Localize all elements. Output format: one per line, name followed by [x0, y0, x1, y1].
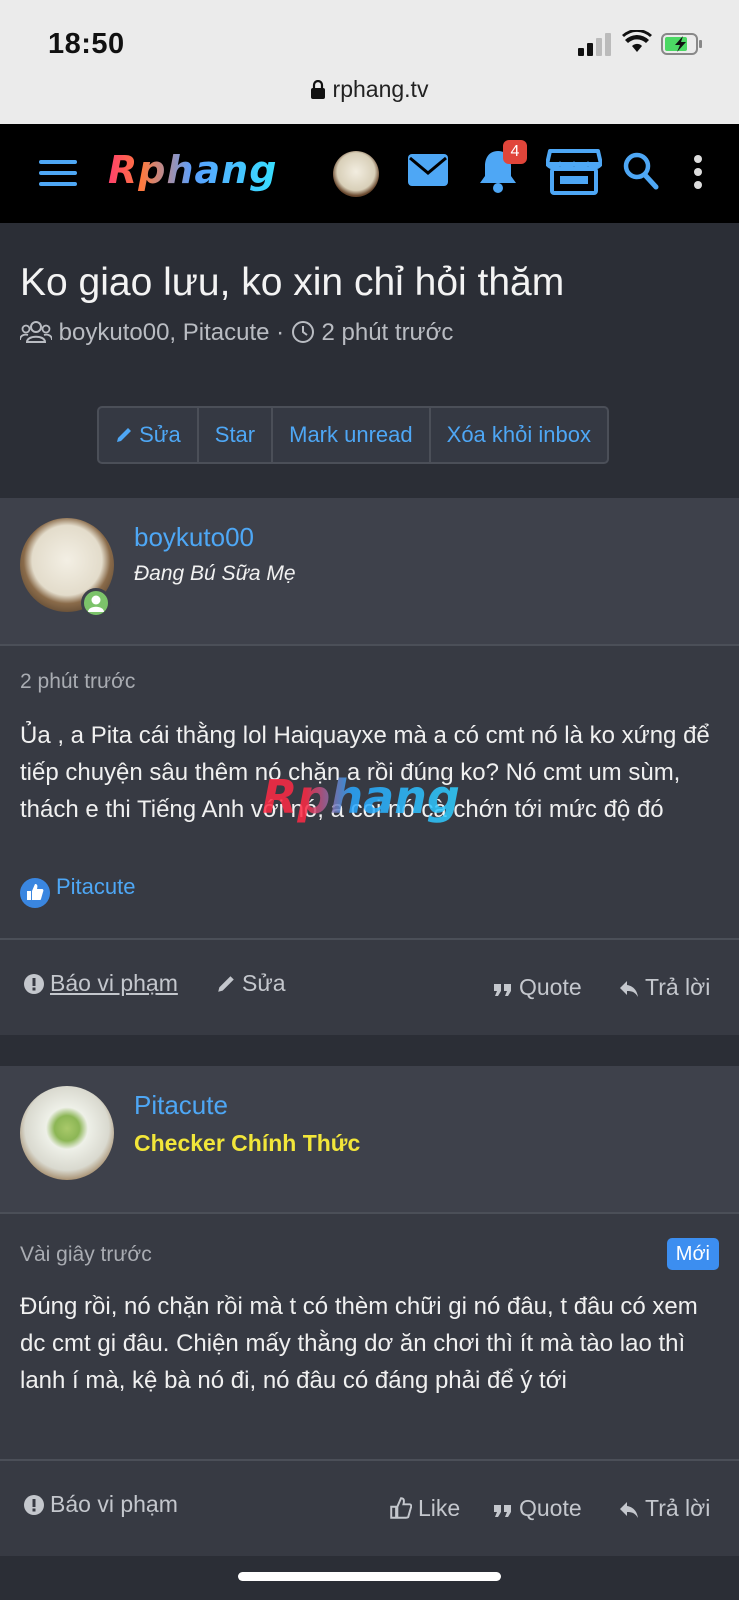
post-author: Pitacute Checker Chính Thức [0, 1066, 739, 1214]
thread-meta: boykuto00, Pitacute · 2 phút trước [19, 319, 454, 347]
quote-icon [494, 1505, 511, 1517]
reply-label: Trả lời [645, 1495, 711, 1521]
site-logo[interactable]: Rphang [108, 148, 277, 192]
user-avatar[interactable] [333, 151, 379, 197]
post-footer: Báo vi phạm Sửa Quote Trả lời [0, 938, 739, 1035]
alert-icon [24, 1495, 44, 1515]
thread-header: Ko giao lưu, ko xin chỉ hỏi thăm boykuto… [0, 223, 739, 498]
like-button[interactable]: Like [390, 1495, 460, 1522]
alert-icon [24, 974, 44, 994]
post-author: boykuto00 Đang Bú Sữa Mẹ [0, 498, 739, 646]
post-time: 2 phút trước [20, 670, 136, 693]
like-label: Like [418, 1495, 461, 1521]
report-button[interactable]: Báo vi phạm [24, 1491, 178, 1518]
pencil-icon [218, 976, 234, 992]
status-time: 18:50 [48, 28, 125, 60]
notification-badge: 4 [503, 140, 527, 164]
post-time: Vài giây trước [20, 1243, 152, 1266]
delete-inbox-button[interactable]: Xóa khỏi inbox [431, 408, 607, 462]
status-bar: 18:50 rphang.tv [0, 0, 739, 124]
post-body: Đúng rồi, nó chặn rồi mà t có thèm chữi … [20, 1293, 698, 1394]
thumbs-up-icon [20, 878, 50, 908]
edit-label: Sửa [139, 422, 181, 447]
reply-icon [620, 1502, 638, 1518]
menu-icon[interactable] [39, 158, 77, 188]
home-indicator[interactable] [238, 1572, 501, 1581]
wifi-icon [622, 30, 652, 52]
search-icon[interactable] [623, 152, 659, 190]
likes-row[interactable]: Pitacute [20, 874, 136, 908]
quote-label: Quote [519, 1495, 582, 1521]
mail-icon[interactable] [407, 153, 449, 187]
reply-button[interactable]: Trả lời [619, 1495, 710, 1522]
signal-icon [578, 33, 611, 56]
quote-button[interactable]: Quote [493, 1495, 582, 1522]
thread-actions: Sửa Star Mark unread Xóa khỏi inbox [97, 406, 609, 464]
quote-icon [494, 984, 511, 996]
site-navbar: Rphang 4 [0, 124, 739, 223]
report-button[interactable]: Báo vi phạm [24, 970, 178, 997]
liked-by[interactable]: Pitacute [56, 874, 136, 899]
more-vertical-icon[interactable] [692, 154, 704, 190]
quote-button[interactable]: Quote [493, 974, 582, 1001]
quote-label: Quote [519, 974, 582, 1000]
url-text: rphang.tv [332, 76, 429, 102]
user-title: Đang Bú Sữa Mẹ [134, 562, 296, 585]
reply-label: Trả lời [645, 974, 711, 1000]
site-watermark: Rphang [262, 770, 460, 824]
report-label: Báo vi phạm [50, 1491, 178, 1517]
address-bar[interactable]: rphang.tv [0, 76, 739, 103]
username[interactable]: boykuto00 [134, 522, 254, 553]
pencil-icon [117, 428, 131, 442]
online-indicator [81, 588, 111, 618]
new-badge: Mới [666, 1238, 719, 1270]
thread-time: 2 phút trước [321, 319, 454, 346]
battery-icon [661, 33, 702, 55]
edit-button[interactable]: Sửa [99, 408, 199, 462]
reply-icon [620, 981, 638, 997]
avatar[interactable] [20, 1086, 114, 1180]
clock-icon [291, 321, 314, 343]
users-icon [19, 321, 53, 343]
reply-button[interactable]: Trả lời [619, 974, 710, 1001]
thumbs-up-icon [390, 1497, 413, 1519]
meta-separator: · [276, 319, 285, 346]
lock-icon [310, 80, 325, 99]
user-icon [88, 595, 104, 612]
page-title: Ko giao lưu, ko xin chỉ hỏi thăm [20, 261, 565, 304]
star-button[interactable]: Star [199, 408, 274, 462]
username[interactable]: Pitacute [134, 1090, 228, 1121]
post-2: Pitacute Checker Chính Thức Vài giây trư… [0, 1066, 739, 1556]
edit-post-button[interactable]: Sửa [216, 970, 286, 997]
post-footer: Báo vi phạm Like Quote Trả lời [0, 1459, 739, 1556]
report-label: Báo vi phạm [50, 970, 178, 996]
store-icon[interactable] [546, 149, 602, 195]
post-1: boykuto00 Đang Bú Sữa Mẹ 2 phút trước Ủa… [0, 498, 739, 1035]
mark-unread-button[interactable]: Mark unread [273, 408, 431, 462]
user-title: Checker Chính Thức [134, 1130, 361, 1156]
thread-participants[interactable]: boykuto00, Pitacute [59, 319, 270, 346]
edit-post-label: Sửa [242, 970, 286, 996]
